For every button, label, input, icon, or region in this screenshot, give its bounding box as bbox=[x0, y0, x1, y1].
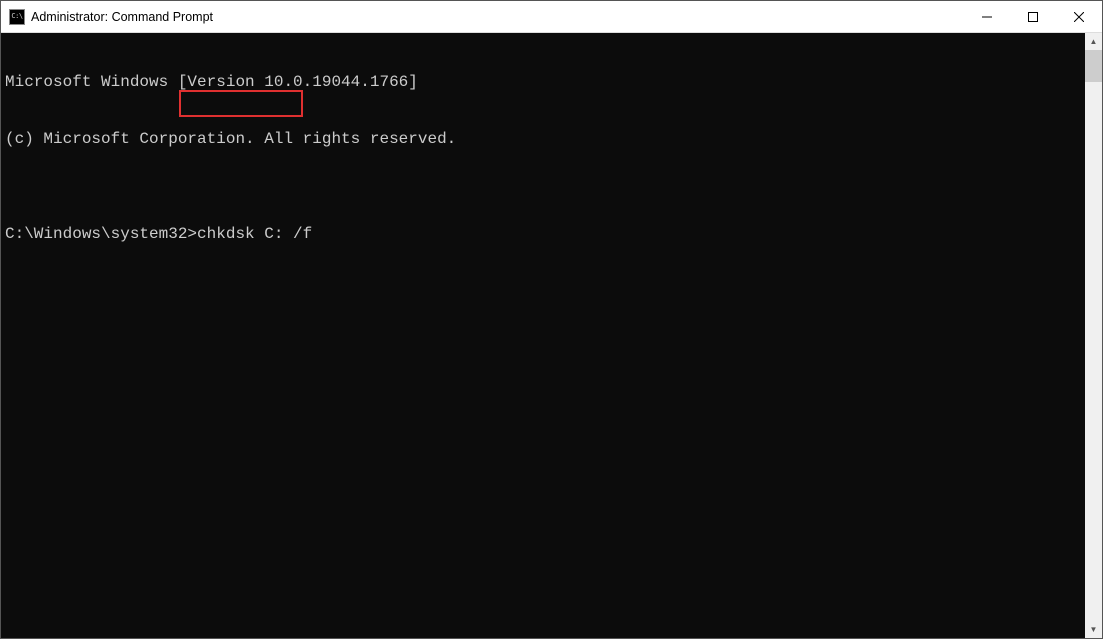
vertical-scrollbar[interactable]: ▲ ▼ bbox=[1085, 33, 1102, 638]
close-button[interactable] bbox=[1056, 1, 1102, 32]
app-icon: C:\ bbox=[9, 9, 25, 25]
window-controls bbox=[964, 1, 1102, 32]
entered-command: chkdsk C: /f bbox=[197, 225, 312, 243]
content-area: Microsoft Windows [Version 10.0.19044.17… bbox=[1, 33, 1102, 638]
window-title: Administrator: Command Prompt bbox=[31, 10, 964, 24]
close-icon bbox=[1074, 12, 1084, 22]
version-line: Microsoft Windows [Version 10.0.19044.17… bbox=[5, 73, 1085, 92]
prompt-line: C:\Windows\system32>chkdsk C: /f bbox=[5, 225, 1085, 244]
terminal-output[interactable]: Microsoft Windows [Version 10.0.19044.17… bbox=[1, 33, 1085, 638]
scroll-up-arrow[interactable]: ▲ bbox=[1085, 33, 1102, 50]
app-icon-text: C:\ bbox=[11, 13, 22, 20]
titlebar[interactable]: C:\ Administrator: Command Prompt bbox=[1, 1, 1102, 33]
maximize-icon bbox=[1028, 12, 1038, 22]
minimize-button[interactable] bbox=[964, 1, 1010, 32]
copyright-line: (c) Microsoft Corporation. All rights re… bbox=[5, 130, 1085, 149]
prompt-path: C:\Windows\system32> bbox=[5, 225, 197, 243]
maximize-button[interactable] bbox=[1010, 1, 1056, 32]
command-prompt-window: C:\ Administrator: Command Prompt Micros… bbox=[0, 0, 1103, 639]
scroll-down-arrow[interactable]: ▼ bbox=[1085, 621, 1102, 638]
scroll-thumb[interactable] bbox=[1085, 50, 1102, 82]
annotation-highlight-box bbox=[179, 90, 303, 117]
scroll-track[interactable] bbox=[1085, 50, 1102, 621]
minimize-icon bbox=[982, 12, 992, 22]
